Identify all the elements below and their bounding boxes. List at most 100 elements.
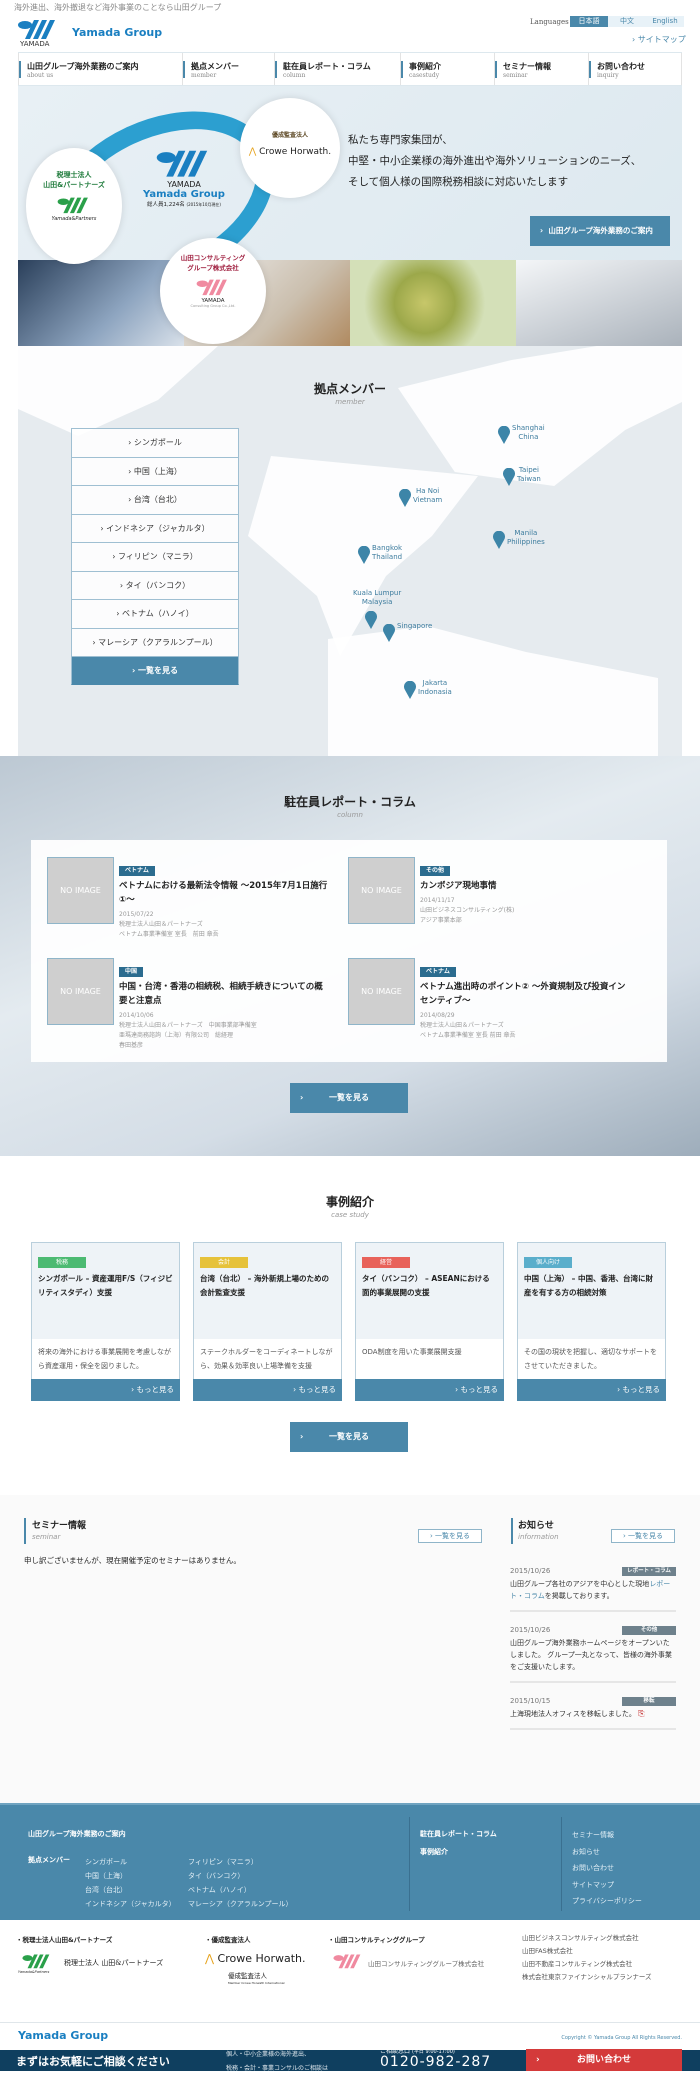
map-pin-icon[interactable] — [383, 624, 395, 642]
consulting-logo-icon[interactable] — [328, 1953, 368, 1969]
footer-member-link[interactable]: 拠点メンバー — [28, 1855, 70, 1865]
footer-link[interactable]: セミナー情報 — [572, 1827, 642, 1844]
footer-link[interactable]: マレーシア（クアラルンプール） — [188, 1897, 293, 1911]
member-view-all-button[interactable]: › 一覧を見る — [71, 656, 239, 685]
case-more-button[interactable]: › もっと見る — [193, 1379, 342, 1401]
company-link[interactable]: 株式会社東京ファイナンシャルプランナーズ — [522, 1971, 652, 1984]
footer-link[interactable]: シンガポール — [85, 1855, 176, 1869]
about-button[interactable]: › 山田グループ海外業務のご案内 — [530, 216, 670, 246]
footer-column-link[interactable]: 駐在員レポート・コラム — [420, 1829, 497, 1839]
pin-city: Kuala Lumpur — [353, 589, 402, 597]
member-item[interactable]: › シンガポール — [71, 428, 239, 457]
member-item-label: インドネシア（ジャカルタ） — [106, 523, 210, 533]
lang-japanese[interactable]: 日本語 — [570, 16, 608, 27]
nav-column[interactable]: 駐在員レポート・コラム column — [274, 53, 400, 85]
partner-logo-text[interactable]: 山田コンサルティンググループ株式会社 — [368, 1958, 484, 1968]
yamada-logo-icon[interactable] — [18, 18, 58, 40]
sitemap-link[interactable]: › サイトマップ — [632, 34, 686, 45]
footer-link[interactable]: お問い合わせ — [572, 1860, 642, 1877]
member-item[interactable]: › フィリピン（マニラ） — [71, 542, 239, 571]
footer-link[interactable]: お知らせ — [572, 1844, 642, 1861]
map-pin-icon[interactable] — [365, 611, 377, 629]
member-item[interactable]: › インドネシア（ジャカルタ） — [71, 513, 239, 542]
pin-country: Taiwan — [517, 475, 541, 483]
news-text[interactable]: 上海現地法人オフィスを移転しました。 — [510, 1710, 636, 1718]
column-title[interactable]: カンボジア現地事情 — [420, 879, 630, 893]
news-text[interactable]: 山田グループ海外業務ホームページをオープンいたしました。 グループ一丸となって、… — [510, 1637, 676, 1673]
footer-link[interactable]: タイ（バンコク） — [188, 1869, 293, 1883]
column-author: アジア事業本部 — [420, 917, 462, 924]
map-pin-label: Manila Philippines — [507, 529, 545, 547]
news-item: 2015/10/26 その他 山田グループ海外業務ホームページをオープンいたしま… — [510, 1626, 676, 1683]
case-more-button[interactable]: › もっと見る — [517, 1379, 666, 1401]
nav-inquiry[interactable]: お問い合わせ inquiry — [588, 53, 682, 85]
footer-link[interactable]: サイトマップ — [572, 1877, 642, 1894]
map-pin-icon[interactable] — [404, 681, 416, 699]
nav-member[interactable]: 拠点メンバー member — [182, 53, 274, 85]
contact-button[interactable]: › お問い合わせ — [526, 2049, 682, 2071]
member-item[interactable]: › マレーシア（クアラルンプール） — [71, 627, 239, 656]
map-pin-icon[interactable] — [498, 426, 510, 444]
map-pin-icon[interactable] — [358, 546, 370, 564]
partners-logo-icon[interactable] — [18, 1953, 56, 1969]
column-item[interactable]: NO IMAGE 中国 中国・台湾・香港の相続税、相続手続きについての概要と注意… — [47, 958, 329, 1051]
nav-about[interactable]: 山田グループ海外業務のご案内 about us — [18, 53, 182, 85]
case-card[interactable]: 経営 タイ（バンコク） – ASEANにおける面的事業展開の支援 ODA制度を用… — [355, 1242, 504, 1401]
footer-members-col2: フィリピン（マニラ） タイ（バンコク） ベトナム（ハノイ） マレーシア（クアラルンプー… — [188, 1855, 293, 1911]
company-link[interactable]: 山田不動産コンサルティング株式会社 — [522, 1958, 652, 1971]
partners-logo-text: Yamada&Partners — [51, 216, 97, 222]
partner-logo-text[interactable]: Crowe Horwath. — [218, 1952, 306, 1965]
partners-name: 税理士法人 山田&パートナーズ — [43, 171, 105, 189]
map-pin-icon[interactable] — [503, 468, 515, 486]
column-view-all-button[interactable]: › 一覧を見る — [290, 1083, 408, 1113]
case-card[interactable]: 税務 シンガポール – 資産運用F/S（フィジビリティスタディ）支援 将来の海外… — [31, 1242, 180, 1401]
column-author: 亜瑪達商務諮詢（上海）有限公司 総経理 — [119, 1032, 234, 1039]
column-title[interactable]: 中国・台湾・香港の相続税、相続手続きについての概要と注意点 — [119, 980, 329, 1008]
footer-link[interactable]: プライバシーポリシー — [572, 1893, 642, 1910]
footer-link[interactable]: ベトナム（ハノイ） — [188, 1883, 293, 1897]
member-item[interactable]: › タイ（バンコク） — [71, 570, 239, 599]
member-item[interactable]: › ベトナム（ハノイ） — [71, 599, 239, 628]
map-pin-icon[interactable] — [493, 531, 505, 549]
lang-english[interactable]: English — [646, 16, 684, 27]
company-link[interactable]: 山田FAS株式会社 — [522, 1945, 652, 1958]
lang-chinese[interactable]: 中文 — [608, 16, 646, 27]
cta-phone[interactable]: 0120-982-287 — [380, 2054, 491, 2070]
member-item[interactable]: › 台湾（台北） — [71, 485, 239, 514]
column-item[interactable]: NO IMAGE ベトナム ベトナムにおける最新法令情報 ～2015年7月1日施… — [47, 857, 329, 940]
column-item[interactable]: NO IMAGE ベトナム ベトナム進出時のポイント② ～外資規制及び投資インセ… — [348, 958, 630, 1041]
column-item[interactable]: NO IMAGE その他 カンボジア現地事情 2014/11/17 山田ビジネス… — [348, 857, 630, 926]
footer-cases-link[interactable]: 事例紹介 — [420, 1847, 448, 1857]
cta-line: 税務・会計・事業コンサルのご相談は — [226, 2065, 329, 2072]
partner-logo-text[interactable]: 税理士法人 山田&パートナーズ — [64, 1958, 163, 1968]
cases-subtitle: case study — [331, 1211, 369, 1219]
map-pin-icon[interactable] — [399, 489, 411, 507]
footer-link[interactable]: 台湾（台北） — [85, 1883, 176, 1897]
case-title: 台湾（台北） – 海外新規上場のための会計監査支援 — [200, 1274, 329, 1297]
pin-country: Indonasia — [418, 688, 452, 696]
member-item-label: フィリピン（マニラ） — [117, 552, 198, 561]
case-more-button[interactable]: › もっと見る — [355, 1379, 504, 1401]
cases-view-all-button[interactable]: › 一覧を見る — [290, 1422, 408, 1452]
nav-seminar[interactable]: セミナー情報 seminar — [494, 53, 588, 85]
brand-name[interactable]: Yamada Group — [72, 26, 162, 39]
footer-about-link[interactable]: 山田グループ海外業務のご案内 — [28, 1829, 126, 1839]
footer-link[interactable]: 中国（上海） — [85, 1869, 176, 1883]
column-title[interactable]: ベトナム進出時のポイント② ～外資規制及び投資インセンティブ～ — [420, 980, 630, 1008]
member-item[interactable]: › 中国（上海） — [71, 456, 239, 485]
news-view-all-button[interactable]: › 一覧を見る — [611, 1529, 675, 1543]
news-tag: その他 — [622, 1626, 676, 1635]
pdf-icon[interactable]: ⎘ — [638, 1709, 644, 1718]
footer-link[interactable]: フィリピン（マニラ） — [188, 1855, 293, 1869]
nav-sub: column — [283, 72, 306, 79]
case-card[interactable]: 会計 台湾（台北） – 海外新規上場のための会計監査支援 ステークホルダーをコー… — [193, 1242, 342, 1401]
case-more-button[interactable]: › もっと見る — [31, 1379, 180, 1401]
case-card[interactable]: 個人向け 中国（上海） – 中国、香港、台湾に財産を有する方の相続対策 その国の… — [517, 1242, 666, 1401]
footer-link[interactable]: インドネシア（ジャカルタ） — [85, 1897, 176, 1911]
column-title: 駐在員レポート・コラム — [284, 795, 416, 809]
seminar-view-all-button[interactable]: › 一覧を見る — [418, 1529, 482, 1543]
company-link[interactable]: 山田ビジネスコンサルティング株式会社 — [522, 1932, 652, 1945]
footer-divider — [561, 1817, 562, 1911]
column-title[interactable]: ベトナムにおける最新法令情報 ～2015年7月1日施行①～ — [119, 879, 329, 907]
nav-casestudy[interactable]: 事例紹介 casestudy — [400, 53, 494, 85]
